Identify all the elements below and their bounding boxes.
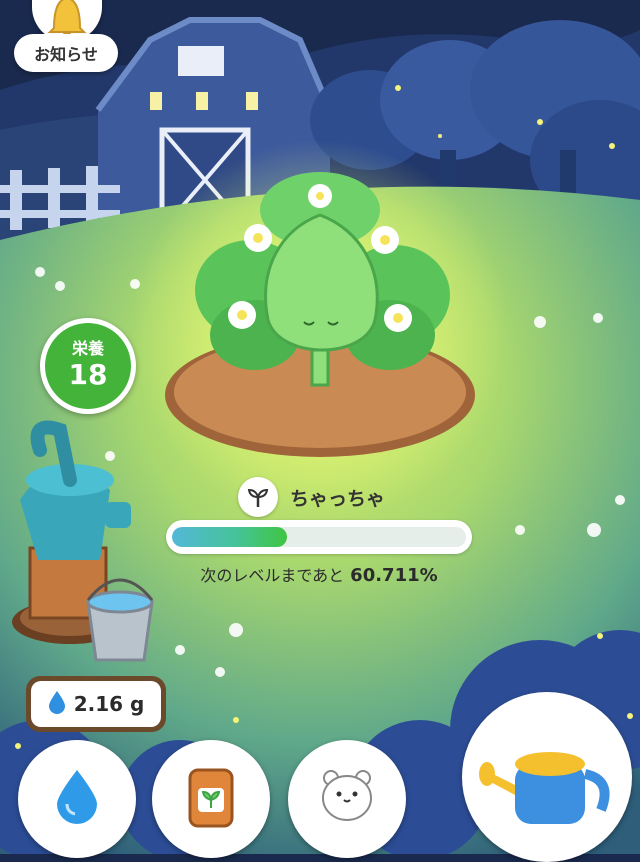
nutrition-label: 栄養 <box>71 339 104 358</box>
water-amount-display: 2.16 g <box>26 676 166 732</box>
level-progress-bar <box>166 520 472 554</box>
sprout-icon <box>238 477 278 517</box>
level-percent: 60.711% <box>350 565 438 586</box>
plant-name-row: ちゃっちゃ <box>238 476 385 518</box>
plant-name: ちゃっちゃ <box>290 487 386 510</box>
nutrition-badge: 栄養 18 <box>40 318 136 414</box>
progress-fill <box>172 527 287 547</box>
water-button[interactable] <box>18 740 136 858</box>
watering-can-icon <box>477 730 617 834</box>
hamster-button[interactable] <box>288 740 406 858</box>
fertilizer-button[interactable] <box>152 740 270 858</box>
nutrition-value: 18 <box>68 358 108 391</box>
notice-button[interactable]: お知らせ <box>14 0 118 80</box>
level-status: 次のレベルまであと 60.711% <box>166 562 472 586</box>
water-drop-icon <box>55 768 99 828</box>
watering-can-button[interactable] <box>462 692 632 862</box>
notice-label: お知らせ <box>14 34 118 72</box>
progress-track <box>172 527 466 547</box>
water-amount-value: 2.16 g <box>73 692 145 716</box>
level-prefix: 次のレベルまであと <box>200 566 345 585</box>
fertilizer-bag-icon <box>186 764 236 832</box>
hamster-icon <box>319 766 375 826</box>
water-drop-icon <box>48 690 66 718</box>
